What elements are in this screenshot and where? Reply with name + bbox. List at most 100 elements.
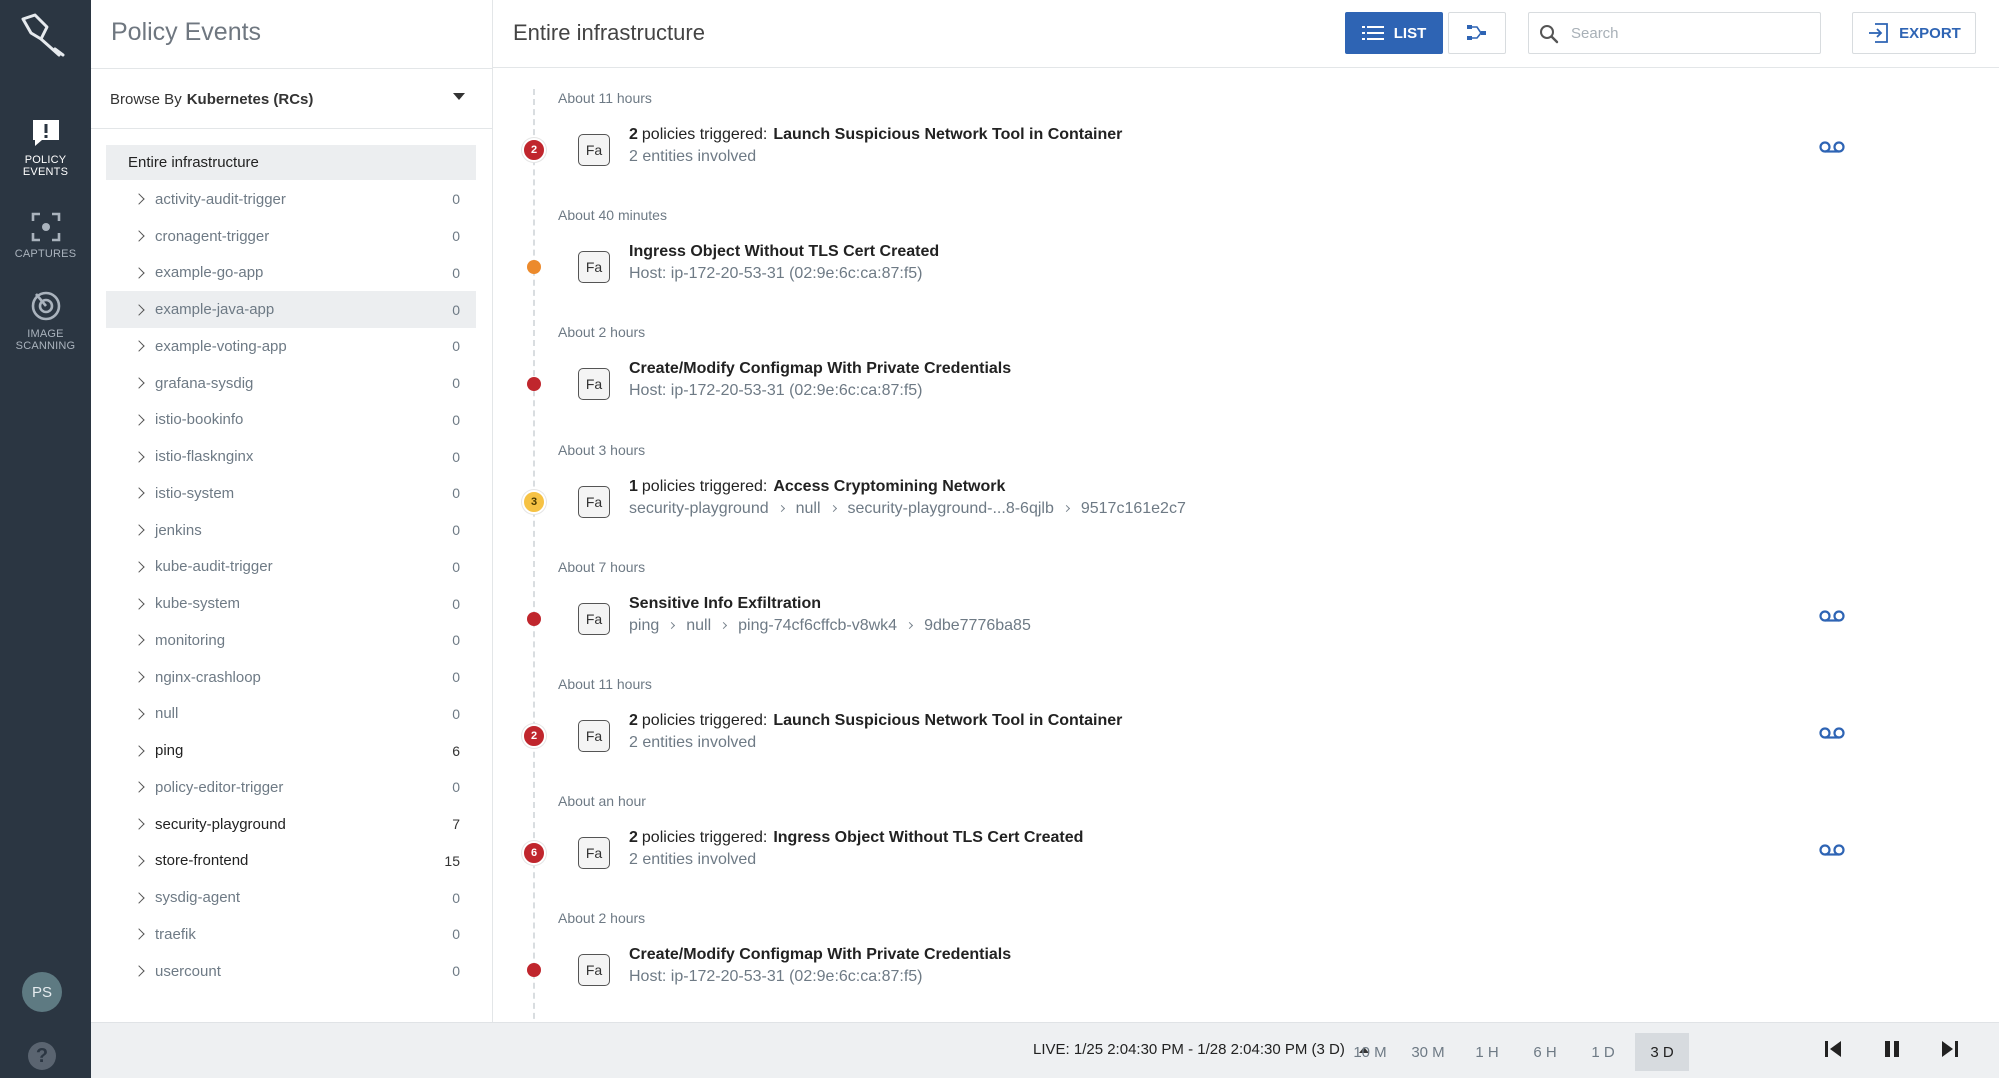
- tree-item-label: monitoring: [155, 631, 226, 649]
- tree-root-entire-infrastructure[interactable]: Entire infrastructure: [106, 145, 476, 180]
- severity-count-badge: 6: [522, 841, 546, 866]
- export-icon: [1869, 23, 1889, 43]
- live-range-text: LIVE: 1/25 2:04:30 PM - 1/28 2:04:30 PM …: [1033, 1041, 1345, 1058]
- tree-item-count: 0: [452, 522, 460, 539]
- time-range-3d[interactable]: 3 D: [1635, 1033, 1689, 1071]
- falco-source-icon: Fa: [578, 837, 610, 870]
- help-icon[interactable]: ?: [28, 1042, 56, 1070]
- event-time-label: About an hour: [558, 793, 646, 810]
- tree-item[interactable]: istio-flasknginx 0: [106, 438, 476, 475]
- tree-item[interactable]: nginx-crashloop 0: [106, 659, 476, 696]
- falco-source-icon: Fa: [578, 720, 610, 752]
- tree-item[interactable]: null 0: [106, 696, 476, 733]
- time-range-30m[interactable]: 30 M: [1401, 1033, 1455, 1071]
- event-scope: 2 entities involved: [629, 851, 756, 869]
- scan-target-icon: [31, 291, 60, 321]
- chevron-right-icon: [133, 340, 145, 353]
- tree-item-label: example-go-app: [155, 264, 264, 282]
- chevron-right-icon: [133, 303, 145, 316]
- tree-item[interactable]: traefik 0: [106, 916, 476, 953]
- event-scope: Host: ip-172-20-53-31 (02:9e:6c:ca:87:f5…: [629, 968, 923, 986]
- nav-captures[interactable]: CAPTURES: [0, 212, 91, 260]
- tree-item[interactable]: jenkins 0: [106, 512, 476, 549]
- export-button[interactable]: EXPORT: [1852, 12, 1976, 54]
- search-input[interactable]: [1571, 21, 1811, 45]
- tree-item[interactable]: usercount 0: [106, 953, 476, 990]
- skip-back-icon[interactable]: [1822, 1038, 1844, 1060]
- event-title[interactable]: Sensitive Info Exfiltration: [629, 595, 821, 613]
- tree-item[interactable]: kube-system 0: [106, 585, 476, 622]
- nav-policy-events[interactable]: POLICY EVENTS: [0, 118, 91, 178]
- tree-item[interactable]: policy-editor-trigger 0: [106, 769, 476, 806]
- tree-item[interactable]: example-go-app 0: [106, 255, 476, 292]
- tree-item[interactable]: example-voting-app 0: [106, 328, 476, 365]
- event-title[interactable]: 2 policies triggered: Launch Suspicious Ne…: [629, 126, 1122, 144]
- policy-name: Launch Suspicious Network Tool in Contai…: [773, 712, 1123, 729]
- falco-source-icon: Fa: [578, 485, 610, 518]
- chevron-right-icon: [133, 744, 145, 757]
- tree-item-count: 0: [452, 558, 460, 575]
- chevron-right-icon: [133, 818, 145, 830]
- tree-item-count: 0: [452, 779, 460, 796]
- event-title[interactable]: 2 policies triggered: Ingress Object Witho…: [629, 829, 1083, 847]
- live-time-range[interactable]: LIVE: 1/25 2:04:30 PM - 1/28 2:04:30 PM …: [1033, 1041, 1369, 1058]
- tree-item[interactable]: monitoring 0: [106, 622, 476, 659]
- nav-image-scanning[interactable]: IMAGE SCANNING: [0, 290, 91, 352]
- tree-item[interactable]: sysdig-agent 0: [106, 879, 476, 916]
- tree-item[interactable]: cronagent-trigger 0: [106, 218, 476, 255]
- time-range-10m[interactable]: 10 M: [1343, 1033, 1397, 1071]
- tree-item-count: 0: [452, 448, 460, 465]
- pause-icon[interactable]: [1881, 1038, 1903, 1060]
- capture-tape-icon[interactable]: [1819, 609, 1845, 623]
- graph-flow-icon: [1467, 25, 1486, 40]
- tree-item-count: 0: [452, 595, 460, 612]
- chevron-right-icon: [133, 634, 145, 647]
- tree-item[interactable]: example-java-app 0: [106, 291, 476, 328]
- tree-item[interactable]: ping 6: [106, 732, 476, 769]
- capture-tape-icon[interactable]: [1819, 843, 1845, 857]
- falco-source-icon: Fa: [578, 134, 610, 166]
- severity-count-badge: 3: [522, 489, 546, 514]
- time-range-1d[interactable]: 1 D: [1576, 1033, 1630, 1071]
- severity-dot: [527, 377, 541, 392]
- browse-by-dropdown[interactable]: Browse By Kubernetes (RCs): [110, 88, 480, 110]
- chevron-right-icon: [133, 193, 145, 206]
- capture-tape-icon[interactable]: [1819, 726, 1845, 740]
- tree-item[interactable]: istio-system 0: [106, 475, 476, 512]
- user-avatar[interactable]: PS: [22, 972, 62, 1012]
- chevron-right-icon: [133, 928, 145, 941]
- tree-item-label: usercount: [155, 962, 221, 980]
- time-range-1h[interactable]: 1 H: [1460, 1033, 1514, 1071]
- tree-item[interactable]: security-playground 7: [106, 806, 476, 843]
- scope-segment: 9dbe7776ba85: [924, 616, 1031, 634]
- falco-source-icon: Fa: [578, 602, 610, 635]
- scope-segment: null: [686, 616, 712, 634]
- tree-item[interactable]: kube-audit-trigger 0: [106, 549, 476, 586]
- policies-triggered-text: policies triggered:: [641, 829, 768, 847]
- event-time-label: About 7 hours: [558, 558, 646, 575]
- event-title[interactable]: Create/Modify Configmap With Private Cre…: [629, 360, 1011, 378]
- event-title[interactable]: Ingress Object Without TLS Cert Created: [629, 243, 939, 261]
- event-title[interactable]: 2 policies triggered: Launch Suspicious Ne…: [629, 712, 1122, 730]
- falco-source-icon: Fa: [578, 251, 610, 284]
- list-view-button[interactable]: LIST: [1345, 12, 1443, 54]
- capture-tape-icon[interactable]: [1819, 140, 1845, 154]
- tree-item[interactable]: grafana-sysdig 0: [106, 365, 476, 402]
- graph-view-button[interactable]: [1448, 12, 1506, 54]
- time-navigation-bar: LIVE: 1/25 2:04:30 PM - 1/28 2:04:30 PM …: [91, 1022, 1999, 1078]
- tree-item[interactable]: store-frontend 15: [106, 843, 476, 880]
- tree-item-label: policy-editor-trigger: [155, 778, 284, 796]
- caret-down-icon: [453, 93, 465, 100]
- tree-item[interactable]: istio-bookinfo 0: [106, 402, 476, 439]
- tree-item-label: nginx-crashloop: [155, 668, 261, 686]
- event-title[interactable]: 1 policies triggered: Access Cryptomining …: [629, 478, 1005, 496]
- time-range-6h[interactable]: 6 H: [1518, 1033, 1572, 1071]
- tree-item[interactable]: activity-audit-trigger 0: [106, 181, 476, 218]
- event-title[interactable]: Create/Modify Configmap With Private Cre…: [629, 946, 1011, 964]
- tree-item-count: 0: [452, 375, 460, 392]
- sysdig-shovel-logo-icon[interactable]: [17, 9, 69, 61]
- main-toolbar: Entire infrastructure LIST Search EXPORT: [493, 0, 1999, 68]
- nav-label: POLICY: [24, 154, 67, 166]
- skip-forward-icon[interactable]: [1939, 1038, 1961, 1060]
- tree-item-count: 0: [452, 301, 460, 318]
